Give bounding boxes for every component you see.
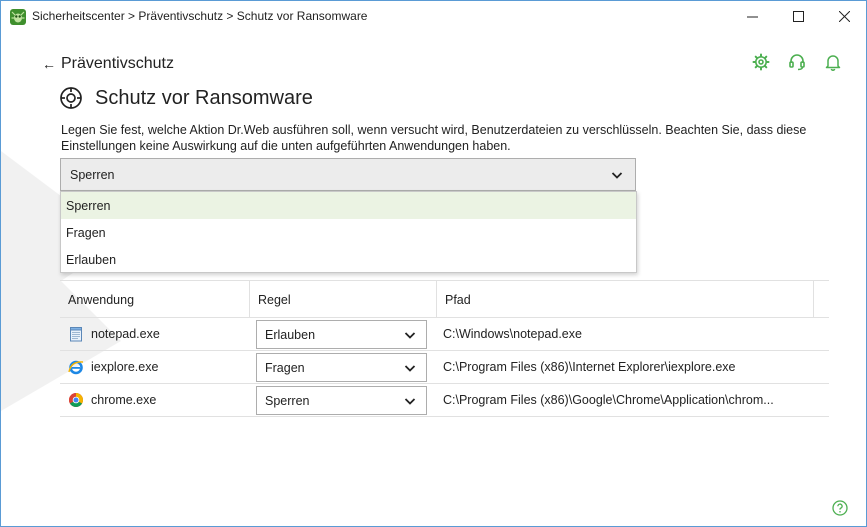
bell-icon[interactable] — [824, 53, 842, 71]
rule-select[interactable]: Erlauben — [256, 320, 427, 349]
back-link-label: Präventivschutz — [61, 55, 174, 72]
drweb-spider-logo-icon — [10, 9, 26, 25]
dropdown-option-sperren[interactable]: Sperren — [61, 192, 636, 219]
action-select-value: Sperren — [70, 167, 115, 182]
app-path: C:\Program Files (x86)\Internet Explorer… — [443, 360, 736, 374]
table-row[interactable]: chrome.exe Sperren C:\Program Files (x86… — [60, 384, 829, 417]
dropdown-option-erlauben[interactable]: Erlauben — [61, 246, 636, 273]
app-window: Sicherheitscenter > Präventivschutz > Sc… — [0, 0, 867, 527]
maximize-icon — [792, 11, 804, 22]
window-title: Sicherheitscenter > Präventivschutz > Sc… — [32, 9, 368, 23]
column-header-app[interactable]: Anwendung — [60, 281, 250, 318]
app-cell: iexplore.exe — [68, 351, 158, 383]
column-header-rule[interactable]: Regel — [250, 281, 437, 318]
app-name: chrome.exe — [91, 393, 157, 407]
rule-select-value: Erlauben — [265, 327, 316, 342]
dropdown-option-fragen[interactable]: Fragen — [61, 219, 636, 246]
close-button[interactable] — [821, 1, 866, 32]
column-header-path[interactable]: Pfad — [437, 281, 814, 318]
arrow-left-icon: ← — [42, 56, 56, 72]
app-name: notepad.exe — [91, 327, 160, 341]
chevron-down-icon — [611, 172, 623, 179]
table-header: Anwendung Regel Pfad — [60, 280, 829, 318]
ransomware-protection-icon — [60, 87, 82, 109]
chevron-down-icon — [404, 398, 416, 405]
notepad-icon — [70, 327, 82, 342]
app-name: iexplore.exe — [91, 360, 159, 374]
gear-icon[interactable] — [752, 53, 770, 71]
back-link[interactable]: ← Präventivschutz — [42, 55, 174, 73]
table-row[interactable]: iexplore.exe Fragen C:\Program Files (x8… — [60, 351, 829, 384]
headset-icon[interactable] — [788, 53, 806, 71]
rule-select-value: Fragen — [265, 360, 305, 375]
minimize-button[interactable] — [729, 1, 775, 32]
page-title: Schutz vor Ransomware — [95, 87, 313, 109]
title-bar: Sicherheitscenter > Präventivschutz > Sc… — [1, 1, 866, 32]
internet-explorer-icon — [68, 360, 84, 375]
applications-table: Anwendung Regel Pfad notepad.exe Erlaube… — [60, 280, 829, 417]
app-cell: chrome.exe — [68, 384, 156, 416]
action-dropdown-list: Sperren Fragen Erlauben — [60, 191, 637, 273]
minimize-icon — [746, 16, 758, 18]
chrome-icon — [69, 393, 83, 407]
rule-select[interactable]: Sperren — [256, 386, 427, 415]
action-select[interactable]: Sperren — [60, 158, 636, 191]
rule-select-value: Sperren — [265, 393, 310, 408]
chevron-down-icon — [404, 365, 416, 372]
help-icon[interactable] — [832, 500, 848, 516]
maximize-button[interactable] — [775, 1, 821, 32]
close-icon — [838, 11, 850, 22]
table-row[interactable]: notepad.exe Erlauben C:\Windows\notepad.… — [60, 318, 829, 351]
rule-select[interactable]: Fragen — [256, 353, 427, 382]
app-path: C:\Program Files (x86)\Google\Chrome\App… — [443, 393, 774, 407]
app-path: C:\Windows\notepad.exe — [443, 327, 582, 341]
page-description: Legen Sie fest, welche Aktion Dr.Web aus… — [61, 123, 807, 153]
app-cell: notepad.exe — [68, 318, 160, 350]
chevron-down-icon — [404, 332, 416, 339]
